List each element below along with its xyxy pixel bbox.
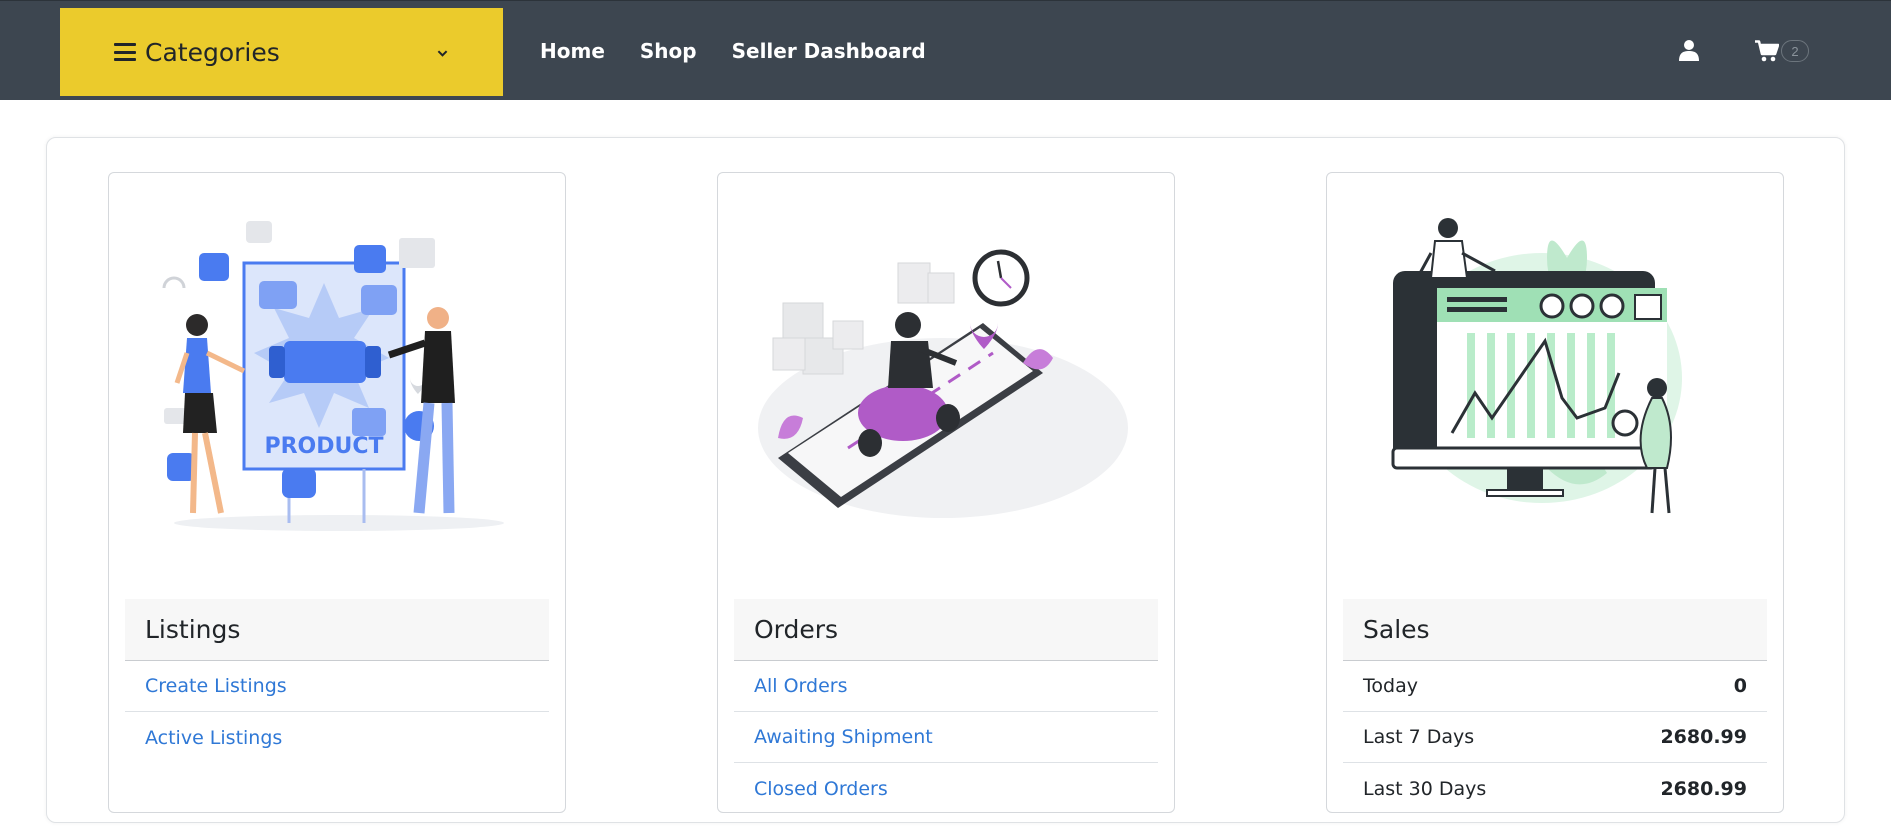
list-item: Active Listings xyxy=(125,712,549,763)
list-item: Create Listings xyxy=(125,661,549,712)
sales-row-value: 2680.99 xyxy=(1660,777,1747,800)
sales-card: Sales Today 0 Last 7 Days 2680.99 Last 3… xyxy=(1326,172,1784,813)
hamburger-icon xyxy=(114,43,136,61)
all-orders-link[interactable]: All Orders xyxy=(754,675,848,697)
list-item: Closed Orders xyxy=(734,763,1158,812)
categories-dropdown[interactable]: Categories xyxy=(60,8,503,96)
sales-row-label: Today xyxy=(1363,675,1418,697)
top-navbar: Categories Home Shop Seller Dashboard 2 xyxy=(0,0,1891,100)
listings-card: PRODUCT Listings Create Listings Active … xyxy=(108,172,566,813)
sales-row: Last 7 Days 2680.99 xyxy=(1343,712,1767,763)
nav-home-link[interactable]: Home xyxy=(540,39,605,63)
active-listings-link[interactable]: Active Listings xyxy=(145,727,282,749)
cart-count-badge: 2 xyxy=(1781,40,1809,62)
main-nav: Home Shop Seller Dashboard xyxy=(540,1,961,101)
categories-label: Categories xyxy=(145,37,280,67)
nav-shop-link[interactable]: Shop xyxy=(640,39,697,63)
sales-row: Last 30 Days 2680.99 xyxy=(1343,763,1767,812)
sales-row-label: Last 7 Days xyxy=(1363,726,1475,748)
sales-row-value: 0 xyxy=(1733,675,1747,697)
list-item: All Orders xyxy=(734,661,1158,712)
delivery-illustration xyxy=(758,249,1128,518)
listings-header: Listings xyxy=(125,599,549,661)
user-icon[interactable] xyxy=(1679,39,1699,61)
awaiting-shipment-link[interactable]: Awaiting Shipment xyxy=(754,726,933,748)
sales-chart-illustration xyxy=(1391,218,1682,514)
cart-icon xyxy=(1755,40,1779,62)
sales-row: Today 0 xyxy=(1343,661,1767,712)
product-illustration-text: PRODUCT xyxy=(264,434,383,459)
cart-button[interactable]: 2 xyxy=(1755,38,1809,64)
list-item: Awaiting Shipment xyxy=(734,712,1158,763)
sales-header: Sales xyxy=(1343,599,1767,661)
closed-orders-link[interactable]: Closed Orders xyxy=(754,778,888,800)
create-listings-link[interactable]: Create Listings xyxy=(145,675,287,697)
orders-header: Orders xyxy=(734,599,1158,661)
product-illustration: PRODUCT xyxy=(162,221,504,531)
sales-row-label: Last 30 Days xyxy=(1363,777,1487,800)
sales-row-value: 2680.99 xyxy=(1660,726,1747,748)
chevron-down-icon xyxy=(437,50,448,57)
orders-card: Orders All Orders Awaiting Shipment Clos… xyxy=(717,172,1175,813)
nav-seller-dashboard-link[interactable]: Seller Dashboard xyxy=(732,39,926,63)
